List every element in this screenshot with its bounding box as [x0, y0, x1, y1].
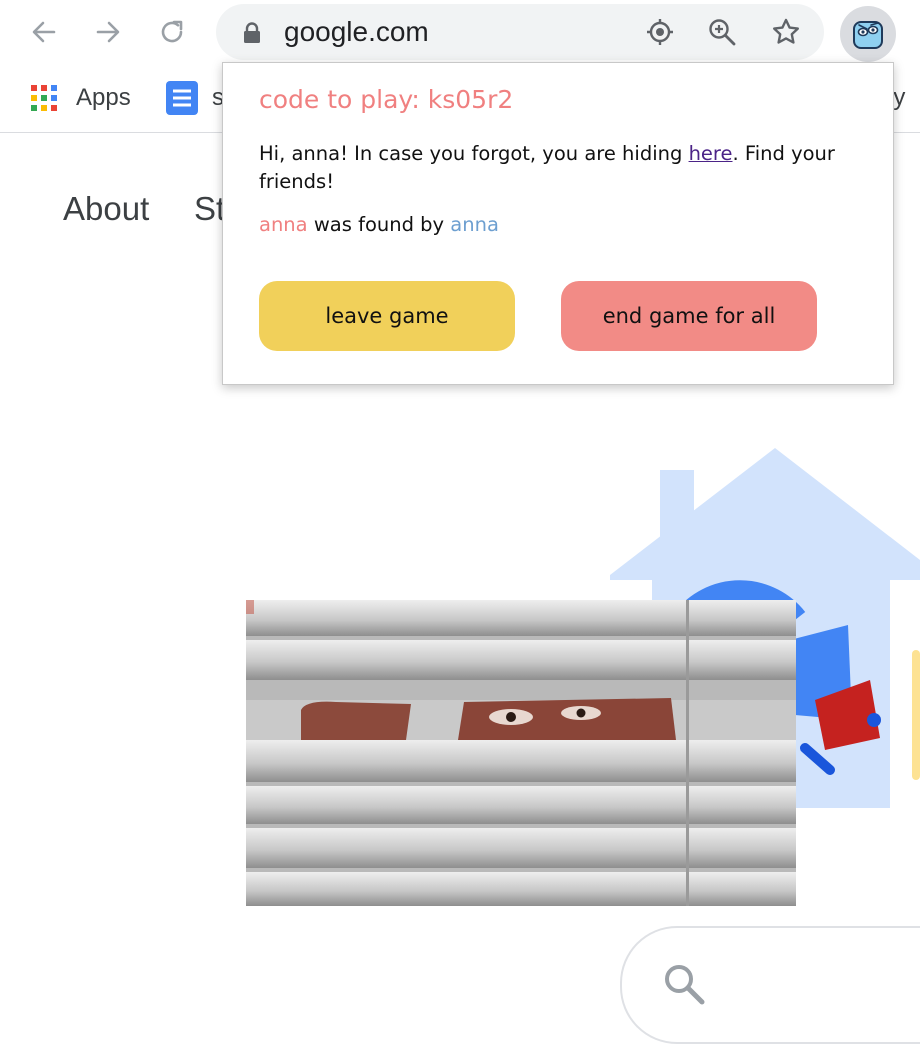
hiding-message-text: Hi, anna! In case you forgot, you are hi… [259, 142, 689, 165]
end-game-for-all-button[interactable]: end game for all [561, 281, 817, 351]
lock-icon [244, 22, 260, 43]
search-box[interactable] [620, 926, 920, 1044]
extension-button[interactable] [840, 6, 896, 62]
docs-bookmark[interactable]: s [166, 80, 224, 116]
found-connector-text: was found by [307, 213, 451, 236]
url-text: google.com [284, 16, 429, 47]
search-icon [665, 965, 705, 1005]
docs-icon [166, 81, 198, 115]
found-player-name: anna [259, 213, 308, 236]
game-popup: code to play: ks05r2 Hi, anna! In case y… [222, 62, 894, 385]
apps-grid-icon [31, 85, 57, 111]
browser-toolbar: google.com [0, 0, 920, 66]
hiding-message: Hi, anna! In case you forgot, you are hi… [259, 140, 859, 196]
extension-face-icon [853, 21, 883, 49]
forward-button[interactable] [88, 12, 128, 52]
location-target-icon [647, 19, 673, 45]
found-status: anna was found by anna [259, 213, 499, 236]
zoom-in-icon [709, 19, 736, 46]
nav-about-link[interactable]: About [63, 190, 149, 228]
nav-store-link[interactable]: St [194, 190, 225, 228]
reload-button[interactable] [152, 12, 192, 52]
peeking-through-blinds-image [246, 600, 796, 906]
back-button[interactable] [24, 12, 64, 52]
game-code-heading: code to play: ks05r2 [259, 85, 514, 114]
location-button[interactable] [644, 16, 676, 48]
leave-game-button[interactable]: leave game [259, 281, 515, 351]
back-arrow-icon [32, 21, 56, 43]
address-bar[interactable]: google.com [216, 4, 824, 60]
forward-arrow-icon [96, 21, 120, 43]
reload-icon [161, 20, 183, 43]
bookmark-star-button[interactable] [770, 16, 802, 48]
finder-player-name: anna [450, 213, 499, 236]
zoom-button[interactable] [706, 16, 738, 48]
apps-label: Apps [76, 84, 131, 111]
apps-bookmark[interactable]: Apps [30, 80, 131, 116]
star-icon [773, 18, 799, 44]
hiding-location-link[interactable]: here [689, 142, 733, 165]
